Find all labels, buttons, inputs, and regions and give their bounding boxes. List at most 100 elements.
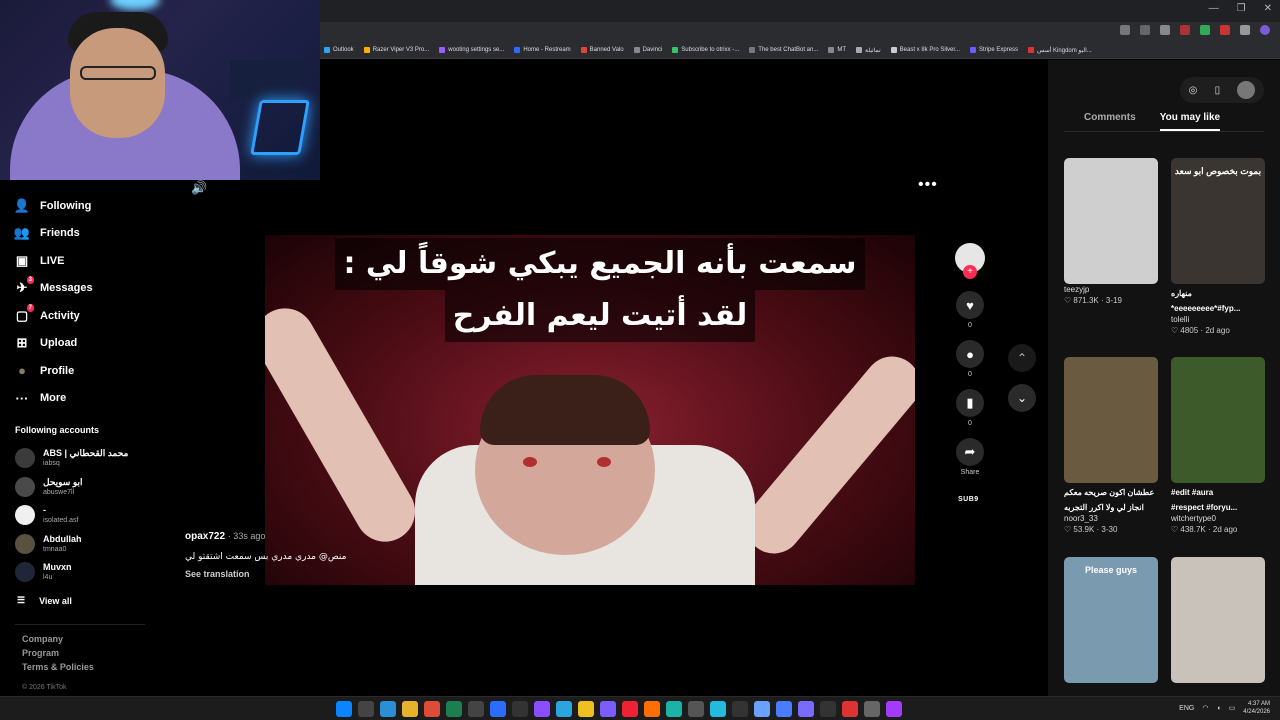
profile-icon[interactable] bbox=[1260, 25, 1270, 35]
bookmark-item[interactable]: Razer Viper V3 Pro... bbox=[363, 47, 429, 53]
extension-icon[interactable] bbox=[1180, 25, 1190, 35]
video-card[interactable]: teezyjp ♡ 871.3K · 3-19 bbox=[1064, 158, 1158, 306]
more-options-button[interactable]: ••• bbox=[918, 176, 938, 194]
video-card[interactable]: #edit #aura #respect #foryu... witchertype… bbox=[1171, 357, 1265, 535]
star-icon[interactable] bbox=[1160, 25, 1170, 35]
video-thumbnail[interactable] bbox=[1171, 557, 1265, 683]
extension-icon[interactable] bbox=[1220, 25, 1230, 35]
sidebar-item-upload[interactable]: ⊞ Upload bbox=[14, 330, 164, 358]
language-indicator[interactable]: ENG bbox=[1179, 705, 1194, 712]
sidebar-item-live[interactable]: ▣ LIVE bbox=[14, 247, 164, 275]
app-icon[interactable] bbox=[776, 701, 792, 717]
following-account[interactable]: ابو سويحل abuswe7ll bbox=[15, 473, 165, 502]
app-icon[interactable] bbox=[820, 701, 836, 717]
bookmark-item[interactable]: Davinci bbox=[633, 47, 662, 53]
bookmark-item[interactable]: Outlook bbox=[324, 47, 354, 53]
card-handle[interactable]: witchertype0 bbox=[1171, 513, 1265, 524]
bookmark-item[interactable]: Home - Restream bbox=[514, 47, 571, 53]
card-handle[interactable]: teezyjp bbox=[1064, 284, 1158, 295]
following-account[interactable]: - isolated.asf bbox=[15, 501, 165, 530]
follow-plus-icon[interactable]: + bbox=[963, 265, 977, 279]
like-button[interactable]: ♥ bbox=[956, 291, 984, 319]
edge-icon[interactable] bbox=[380, 701, 396, 717]
sidebar-item-profile[interactable]: ● Profile bbox=[14, 357, 164, 385]
previous-video-button[interactable]: ⌃ bbox=[1008, 344, 1036, 372]
app-icon[interactable] bbox=[688, 701, 704, 717]
footer-link-terms[interactable]: Terms & Policies bbox=[22, 662, 94, 672]
discord-icon[interactable] bbox=[534, 701, 550, 717]
app-icon[interactable] bbox=[732, 701, 748, 717]
next-video-button[interactable]: ⌄ bbox=[1008, 384, 1036, 412]
minimize-button[interactable]: — bbox=[1209, 3, 1219, 14]
battery-icon[interactable]: ▭ bbox=[1229, 704, 1236, 712]
app-icon[interactable] bbox=[644, 701, 660, 717]
video-card[interactable]: Please guys bbox=[1064, 557, 1158, 683]
app-icon[interactable] bbox=[886, 701, 902, 717]
app-icon[interactable] bbox=[666, 701, 682, 717]
app-icon[interactable] bbox=[798, 701, 814, 717]
tab-you-may-like[interactable]: You may like bbox=[1159, 112, 1221, 131]
maximize-button[interactable]: ❐ bbox=[1237, 3, 1246, 14]
sidebar-item-friends[interactable]: 👥 Friends bbox=[14, 220, 164, 248]
extension-icon[interactable] bbox=[1200, 25, 1210, 35]
app-icon[interactable] bbox=[754, 701, 770, 717]
search-icon[interactable] bbox=[358, 701, 374, 717]
bookmark-item[interactable]: wooting settings se... bbox=[439, 47, 504, 53]
video-thumbnail[interactable] bbox=[1171, 357, 1265, 483]
sidebar-item-more[interactable]: ··· More bbox=[14, 385, 164, 413]
video-thumbnail[interactable]: بموت بخصوص ابو سعد bbox=[1171, 158, 1265, 284]
volume-tray-icon[interactable]: ◖ bbox=[1216, 705, 1220, 712]
card-handle[interactable]: tolelli bbox=[1171, 314, 1265, 325]
app-icon[interactable] bbox=[446, 701, 462, 717]
file-explorer-icon[interactable] bbox=[402, 701, 418, 717]
video-card[interactable] bbox=[1171, 557, 1265, 683]
share-button[interactable]: ➦ bbox=[956, 438, 984, 466]
address-bar[interactable] bbox=[320, 22, 1280, 42]
save-button[interactable]: ▮ bbox=[956, 389, 984, 417]
chrome-icon[interactable] bbox=[424, 701, 440, 717]
extension-icon[interactable] bbox=[1240, 25, 1250, 35]
creator-avatar[interactable]: + bbox=[955, 243, 985, 279]
volume-icon[interactable]: 🔊 bbox=[191, 180, 207, 196]
footer-link-program[interactable]: Program bbox=[22, 648, 94, 658]
bookmark-item[interactable]: Stripe Express bbox=[970, 47, 1018, 53]
bookmark-item[interactable]: The best ChatBot an... bbox=[749, 47, 818, 53]
bookmark-item[interactable]: تماثيلة bbox=[856, 47, 881, 54]
video-card[interactable]: عطشان اكون صريحه معكم انجاز لي ولا اكرر ا… bbox=[1064, 357, 1158, 535]
sidebar-item-activity[interactable]: ▢ 7 Activity bbox=[14, 302, 164, 330]
tab-comments[interactable]: Comments bbox=[1084, 112, 1136, 131]
app-icon[interactable] bbox=[468, 701, 484, 717]
following-account[interactable]: Muvxn l4u bbox=[15, 558, 165, 587]
compass-icon[interactable]: ◎ bbox=[1189, 85, 1198, 96]
share-icon[interactable] bbox=[1140, 25, 1150, 35]
view-all-button[interactable]: ☰ View all bbox=[17, 595, 72, 606]
windows-start-icon[interactable] bbox=[336, 701, 352, 717]
app-icon[interactable] bbox=[600, 701, 616, 717]
see-translation-link[interactable]: See translation bbox=[185, 569, 250, 579]
video-author[interactable]: opax722 · 33s ago bbox=[185, 531, 265, 542]
card-handle[interactable]: noor3_33 bbox=[1064, 513, 1158, 524]
app-icon[interactable] bbox=[864, 701, 880, 717]
footer-link-company[interactable]: Company bbox=[22, 634, 94, 644]
phone-icon[interactable]: ▯ bbox=[1215, 85, 1221, 96]
app-icon[interactable] bbox=[842, 701, 858, 717]
comment-button[interactable]: ● bbox=[956, 340, 984, 368]
clock[interactable]: 4:37 AM 4/24/2026 bbox=[1243, 700, 1270, 716]
bookmark-item[interactable]: MT bbox=[828, 47, 846, 53]
user-avatar[interactable] bbox=[1237, 81, 1256, 99]
video-card[interactable]: بموت بخصوص ابو سعد منهاره *eeeeeeeee*#fyp.… bbox=[1171, 158, 1265, 336]
following-account[interactable]: Abdullah tmnaa0 bbox=[15, 530, 165, 559]
video-thumbnail[interactable] bbox=[1064, 357, 1158, 483]
sidebar-item-messages[interactable]: ✈ 3 Messages bbox=[14, 275, 164, 303]
video-thumbnail[interactable] bbox=[1064, 158, 1158, 284]
bookmark-item[interactable]: Banned Valo bbox=[580, 47, 624, 53]
app-icon[interactable] bbox=[622, 701, 638, 717]
video-thumbnail[interactable]: Please guys bbox=[1064, 557, 1158, 683]
app-icon[interactable] bbox=[556, 701, 572, 717]
app-icon[interactable] bbox=[512, 701, 528, 717]
bookmark-item[interactable]: أسس Kingdom اليو... bbox=[1028, 47, 1092, 54]
bookmark-item[interactable]: Subscribe to otrixx -... bbox=[672, 47, 739, 53]
wifi-icon[interactable]: ◠ bbox=[1202, 704, 1208, 712]
following-account[interactable]: ABS | محمد القحطاني iabsq bbox=[15, 444, 165, 473]
close-button[interactable]: ✕ bbox=[1264, 3, 1272, 14]
